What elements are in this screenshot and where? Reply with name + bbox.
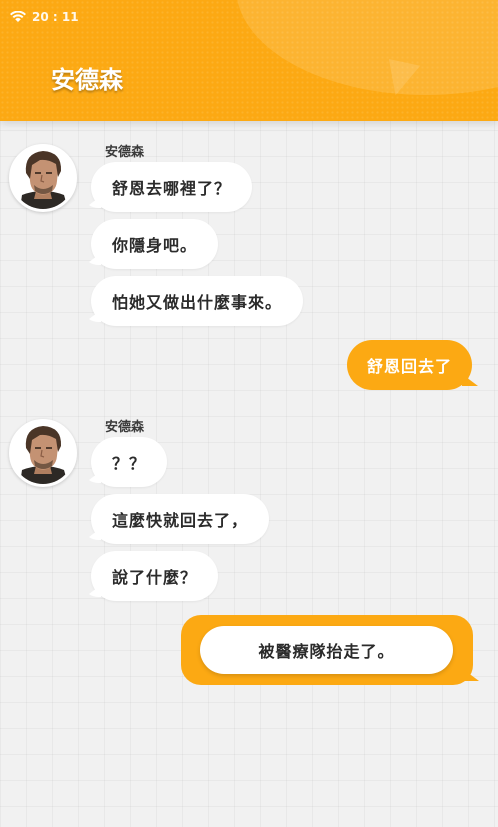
wifi-icon [10,11,26,22]
message-bubble-contact[interactable]: 你隱身吧。 [91,219,219,269]
portrait-icon [12,147,74,209]
chat-area[interactable]: 安德森 舒恩去哪裡了？ 你隱身吧。 怕她又做出什麼事來。 舒恩回去了 安德森 ？… [0,121,498,827]
message-bubble-contact[interactable]: 怕她又做出什麼事來。 [91,276,304,326]
status-bar: 20 : 11 [10,8,79,26]
page-title: 安德森 [51,66,123,94]
status-time: 20 : 11 [32,10,79,24]
contact-avatar[interactable] [9,144,77,212]
message-bubble-contact[interactable]: 舒恩去哪裡了？ [91,162,253,212]
message-bubble-contact[interactable]: ？？ [91,437,168,487]
reply-choice-panel: 被醫療隊抬走了。 [181,615,473,685]
reply-option-button[interactable]: 被醫療隊抬走了。 [200,626,453,674]
message-bubble-contact[interactable]: 這麼快就回去了， [91,494,270,544]
header-speech-bubble-decoration [236,0,498,95]
speaker-name: 安德森 [105,420,145,435]
contact-avatar[interactable] [9,419,77,487]
message-bubble-contact[interactable]: 說了什麼？ [91,551,219,601]
message-bubble-me[interactable]: 舒恩回去了 [346,340,472,390]
chat-header: 20 : 11 安德森 [0,0,498,121]
speaker-name: 安德森 [105,145,145,160]
portrait-icon [12,422,74,484]
